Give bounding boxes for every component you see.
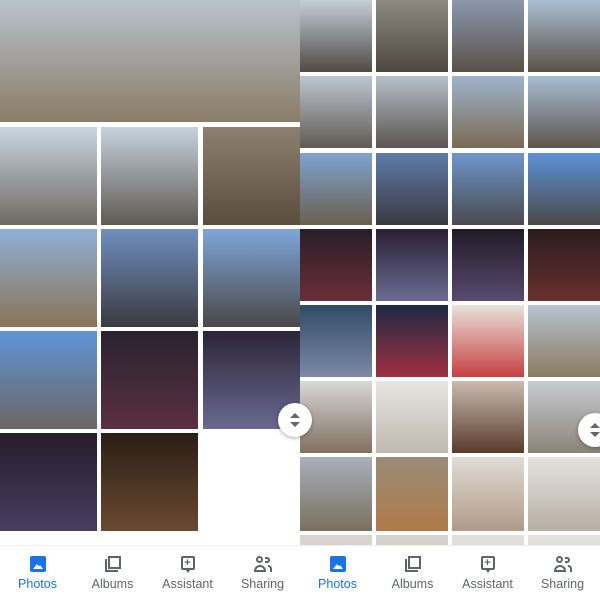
- nav-label: Albums: [91, 577, 134, 591]
- bottom-nav-left: Photos Albums + Assistant Sharing: [0, 545, 300, 600]
- albums-icon: [404, 555, 422, 573]
- photo-thumbnail[interactable]: [452, 0, 524, 72]
- photo-thumbnail[interactable]: [376, 535, 448, 545]
- nav-label: Albums: [391, 577, 434, 591]
- photos-icon: [329, 555, 347, 573]
- photo-thumbnail[interactable]: [0, 433, 97, 531]
- photo-thumbnail[interactable]: [452, 457, 524, 531]
- photo-thumbnail[interactable]: [452, 535, 524, 545]
- albums-icon: [104, 555, 122, 573]
- nav-albums[interactable]: Albums: [375, 546, 450, 600]
- photo-thumbnail[interactable]: [376, 305, 448, 377]
- sharing-icon: [553, 555, 572, 573]
- nav-albums[interactable]: Albums: [75, 546, 150, 600]
- nav-label: Photos: [318, 577, 357, 591]
- photo-thumbnail[interactable]: [300, 535, 372, 545]
- photo-thumbnail[interactable]: [300, 457, 372, 531]
- nav-sharing[interactable]: Sharing: [525, 546, 600, 600]
- photo-thumbnail[interactable]: [101, 229, 198, 327]
- photo-thumbnail[interactable]: [376, 76, 448, 148]
- photo-grid-right: [300, 0, 600, 545]
- photo-thumbnail[interactable]: [0, 229, 97, 327]
- photo-thumbnail[interactable]: [376, 229, 448, 301]
- photo-thumbnail[interactable]: [528, 305, 600, 377]
- sharing-icon: [253, 555, 272, 573]
- photo-thumbnail[interactable]: [528, 153, 600, 225]
- photos-icon: [29, 555, 47, 573]
- photo-thumbnail[interactable]: [300, 0, 372, 72]
- photo-thumbnail[interactable]: [101, 331, 198, 429]
- photo-thumbnail[interactable]: [300, 153, 372, 225]
- nav-label: Assistant: [462, 577, 513, 591]
- nav-label: Sharing: [540, 577, 585, 591]
- nav-label: Sharing: [240, 577, 285, 591]
- nav-label: Photos: [18, 577, 57, 591]
- photo-thumbnail[interactable]: [528, 76, 600, 148]
- nav-sharing[interactable]: Sharing: [225, 546, 300, 600]
- assistant-icon: +: [479, 555, 497, 573]
- nav-label: Assistant: [162, 577, 213, 591]
- photo-thumbnail[interactable]: [203, 229, 300, 327]
- photo-thumbnail[interactable]: [376, 153, 448, 225]
- photo-thumbnail[interactable]: [452, 153, 524, 225]
- photo-thumbnail[interactable]: [528, 535, 600, 545]
- photo-thumbnail[interactable]: [376, 0, 448, 72]
- photo-thumbnail[interactable]: [528, 457, 600, 531]
- photo-thumbnail[interactable]: [203, 127, 300, 225]
- bottom-nav-right: Photos Albums + Assistant Sharing: [300, 545, 600, 600]
- fast-scroll-handle-left[interactable]: [278, 403, 312, 437]
- photo-thumbnail[interactable]: [300, 229, 372, 301]
- nav-photos[interactable]: Photos: [0, 546, 75, 600]
- photo-thumbnail[interactable]: [452, 76, 524, 148]
- photo-thumbnail[interactable]: [300, 305, 372, 377]
- photo-thumbnail[interactable]: [452, 305, 524, 377]
- photo-thumbnail[interactable]: [0, 127, 97, 225]
- photo-thumbnail[interactable]: [376, 457, 448, 531]
- photo-thumbnail[interactable]: [0, 331, 97, 429]
- photo-thumbnail[interactable]: [452, 229, 524, 301]
- photo-grid-left: [0, 0, 300, 545]
- nav-photos[interactable]: Photos: [300, 546, 375, 600]
- photo-thumbnail[interactable]: [452, 381, 524, 453]
- photo-thumbnail[interactable]: [528, 229, 600, 301]
- photo-thumbnail[interactable]: [376, 381, 448, 453]
- nav-assistant[interactable]: + Assistant: [450, 546, 525, 600]
- assistant-icon: +: [179, 555, 197, 573]
- photo-thumbnail[interactable]: [0, 0, 300, 122]
- photo-thumbnail[interactable]: [101, 127, 198, 225]
- photo-thumbnail[interactable]: [101, 433, 198, 531]
- nav-assistant[interactable]: + Assistant: [150, 546, 225, 600]
- photo-thumbnail[interactable]: [528, 0, 600, 72]
- photo-thumbnail[interactable]: [300, 76, 372, 148]
